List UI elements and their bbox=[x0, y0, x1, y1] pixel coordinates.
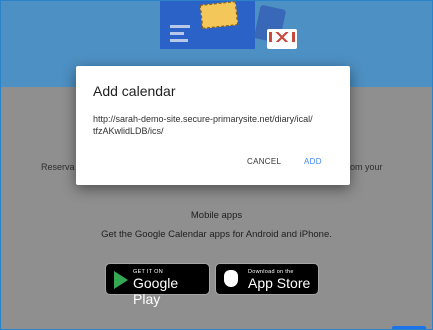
gmail-icon bbox=[267, 29, 297, 49]
background-text-left: Reserva bbox=[41, 162, 75, 172]
mobile-apps-description: Get the Google Calendar apps for Android… bbox=[101, 229, 332, 240]
calendar-url: http://sarah-demo-site.secure-primarysit… bbox=[93, 114, 313, 136]
ticket-illustration bbox=[199, 1, 239, 29]
add-button[interactable]: ADD bbox=[304, 157, 322, 166]
app-store-big-text: App Store bbox=[248, 275, 311, 291]
google-play-big-text: Google Play bbox=[133, 275, 179, 307]
mobile-apps-title: Mobile apps bbox=[190, 210, 243, 221]
partial-button[interactable] bbox=[392, 326, 426, 329]
apple-icon bbox=[224, 270, 238, 287]
background-text-right: om your bbox=[350, 162, 383, 172]
window-frame: Reserva om your Mobile apps Get the Goog… bbox=[0, 0, 433, 330]
add-calendar-dialog: Add calendar http://sarah-demo-site.secu… bbox=[76, 66, 350, 185]
app-store-badge[interactable]: Download on the App Store bbox=[215, 263, 319, 295]
dialog-title: Add calendar bbox=[93, 83, 176, 99]
calendar-illustration bbox=[157, 1, 307, 61]
cancel-button[interactable]: CANCEL bbox=[247, 157, 281, 166]
google-play-badge[interactable]: GET IT ON Google Play bbox=[105, 263, 210, 307]
google-play-icon bbox=[114, 271, 128, 289]
